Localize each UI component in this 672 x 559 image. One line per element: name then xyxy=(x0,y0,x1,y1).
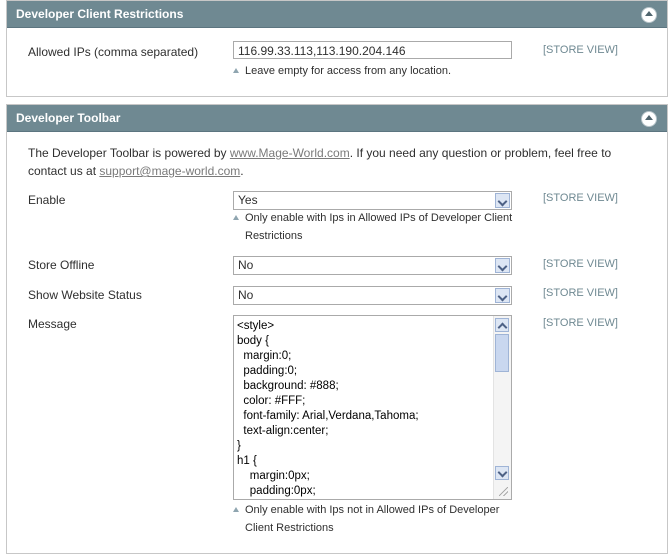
scroll-up-icon[interactable] xyxy=(495,318,509,332)
vertical-scrollbar[interactable] xyxy=(493,316,511,499)
intro-text-part: The Developer Toolbar is powered by xyxy=(28,146,230,160)
support-email-link[interactable]: support@mage-world.com xyxy=(99,164,240,178)
section-header[interactable]: Developer Client Restrictions xyxy=(7,1,667,28)
intro-text-part: . If you need any question or problem, f… xyxy=(349,146,612,160)
section-title: Developer Client Restrictions xyxy=(16,7,184,21)
show-website-status-label: Show Website Status xyxy=(28,288,142,302)
enable-note: Only enable with Ips in Allowed IPs of D… xyxy=(233,209,512,245)
chevron-down-icon[interactable] xyxy=(495,193,510,208)
enable-value: Yes xyxy=(238,193,258,207)
note-text: Only enable with Ips in Allowed IPs of D… xyxy=(245,212,513,224)
collapse-icon[interactable] xyxy=(641,7,657,23)
allowed-ips-input[interactable]: 116.99.33.113,113.190.204.146 xyxy=(233,41,512,59)
collapse-icon[interactable] xyxy=(641,111,657,127)
message-textarea[interactable]: <style> body { margin:0; padding:0; back… xyxy=(233,315,512,500)
chevron-down-icon[interactable] xyxy=(495,258,510,273)
store-view-scope: [STORE VIEW] xyxy=(543,44,618,56)
note-text: Restrictions xyxy=(245,230,303,242)
note-triangle-icon xyxy=(233,215,239,220)
scrollbar-thumb[interactable] xyxy=(495,334,509,372)
allowed-ips-note: Leave empty for access from any location… xyxy=(233,62,451,80)
store-offline-value: No xyxy=(238,258,254,272)
store-view-scope: [STORE VIEW] xyxy=(543,192,618,204)
show-website-status-select[interactable]: No xyxy=(233,286,512,305)
section-title: Developer Toolbar xyxy=(16,111,121,125)
chevron-down-icon[interactable] xyxy=(495,288,510,303)
message-note: Only enable with Ips not in Allowed IPs … xyxy=(233,501,499,537)
enable-label: Enable xyxy=(28,193,66,207)
store-view-scope: [STORE VIEW] xyxy=(543,287,618,299)
mage-world-link[interactable]: www.Mage-World.com xyxy=(230,146,350,160)
store-offline-label: Store Offline xyxy=(28,258,95,272)
message-label: Message xyxy=(28,317,77,331)
note-text: Only enable with Ips not in Allowed IPs … xyxy=(245,504,500,516)
section-header[interactable]: Developer Toolbar xyxy=(7,105,667,132)
allowed-ips-value: 116.99.33.113,113.190.204.146 xyxy=(238,44,406,58)
intro-text-part: . xyxy=(240,164,244,178)
store-view-scope: [STORE VIEW] xyxy=(543,258,618,270)
store-view-scope: [STORE VIEW] xyxy=(543,317,618,329)
intro-text-part: contact us at xyxy=(28,164,100,178)
note-text: Client Restrictions xyxy=(245,522,334,534)
developer-toolbar-section: Developer Toolbar The Developer Toolbar … xyxy=(6,104,668,554)
store-offline-select[interactable]: No xyxy=(233,256,512,275)
resize-grip-icon[interactable] xyxy=(499,487,508,496)
developer-client-restrictions-section: Developer Client Restrictions Allowed IP… xyxy=(6,0,668,97)
enable-select[interactable]: Yes xyxy=(233,191,512,210)
show-website-status-value: No xyxy=(238,288,254,302)
scroll-down-icon[interactable] xyxy=(495,466,509,480)
note-text: Leave empty for access from any location… xyxy=(245,65,452,77)
allowed-ips-label: Allowed IPs (comma separated) xyxy=(28,45,199,59)
note-triangle-icon xyxy=(233,68,239,73)
message-text: <style> body { margin:0; padding:0; back… xyxy=(237,320,419,497)
note-triangle-icon xyxy=(233,507,239,512)
intro-text: The Developer Toolbar is powered by www.… xyxy=(28,144,648,180)
